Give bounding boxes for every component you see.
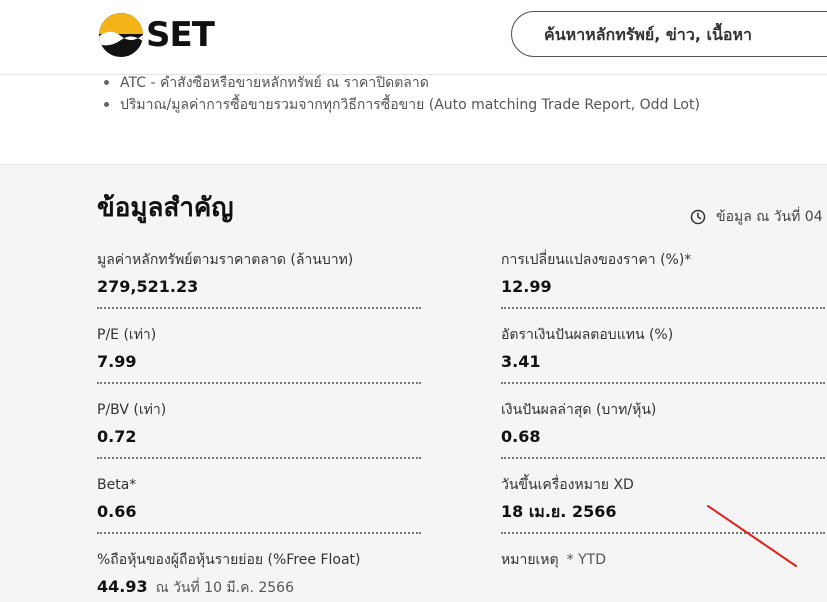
field-value: 0.72 xyxy=(97,427,137,446)
field-label: Beta* xyxy=(97,477,137,493)
as-of-date: ข้อมูล ณ วันที่ 04 อ xyxy=(690,206,827,228)
beta-field: Beta* 0.66 xyxy=(97,475,421,534)
field-label: วันขึ้นเครื่องหมาย XD xyxy=(501,477,634,493)
logo-text: SET xyxy=(146,15,215,55)
field-label: การเปลี่ยนแปลงของราคา (%)* xyxy=(501,252,692,268)
divider xyxy=(501,382,825,384)
field-value: 0.68 xyxy=(501,427,541,446)
set-logo[interactable]: SET xyxy=(98,13,215,57)
clock-icon xyxy=(690,209,706,225)
dividend-yield-field: อัตราเงินปันผลตอบแทน (%) 3.41 xyxy=(501,325,825,384)
pe-field: P/E (เท่า) 7.99 xyxy=(97,325,421,384)
remark-value: * YTD xyxy=(566,552,606,568)
free-float-value: 44.93 xyxy=(97,577,148,596)
pbv-field: P/BV (เท่า) 0.72 xyxy=(97,400,421,459)
field-value: 44.93 ณ วันที่ 10 มี.ค. 2566 xyxy=(97,576,421,598)
list-item: ปริมาณ/มูลค่าการซื้อขายรวมจากทุกวิธีการซ… xyxy=(104,94,700,116)
field-value: 3.41 xyxy=(501,352,541,371)
field-label: %ถือหุ้นของผู้ถือหุ้นรายย่อย (%Free Floa… xyxy=(97,552,361,568)
field-value: 7.99 xyxy=(97,352,137,371)
free-float-date: ณ วันที่ 10 มี.ค. 2566 xyxy=(155,580,294,596)
divider xyxy=(97,532,421,534)
divider xyxy=(501,307,825,309)
as-of-text: ข้อมูล ณ วันที่ 04 อ xyxy=(716,209,827,225)
price-change-field: การเปลี่ยนแปลงของราคา (%)* 12.99 xyxy=(501,250,825,309)
search-input[interactable] xyxy=(542,12,827,57)
divider xyxy=(97,457,421,459)
set-logo-icon xyxy=(99,13,143,57)
search-box[interactable] xyxy=(511,11,827,57)
field-value: 12.99 xyxy=(501,277,552,296)
free-float-field: %ถือหุ้นของผู้ถือหุ้นรายย่อย (%Free Floa… xyxy=(97,550,421,598)
field-label: เงินปันผลล่าสุด (บาท/หุ้น) xyxy=(501,402,657,418)
divider xyxy=(501,457,825,459)
market-cap-field: มูลค่าหลักทรัพย์ตามราคาตลาด (ล้านบาท) 27… xyxy=(97,250,421,309)
site-header: SET xyxy=(0,0,827,75)
list-item: ATC - คำสั่งซื้อหรือขายหลักทรัพย์ ณ ราคา… xyxy=(104,72,429,94)
field-label: มูลค่าหลักทรัพย์ตามราคาตลาด (ล้านบาท) xyxy=(97,252,354,268)
field-value: 279,521.23 xyxy=(97,277,199,296)
field-label: อัตราเงินปันผลตอบแทน (%) xyxy=(501,327,674,343)
section-title: ข้อมูลสำคัญ xyxy=(97,193,234,223)
notes-section: ATC - คำสั่งซื้อหรือขายหลักทรัพย์ ณ ราคา… xyxy=(0,74,827,165)
divider xyxy=(97,307,421,309)
red-annotation-line xyxy=(707,505,797,567)
field-label: P/E (เท่า) xyxy=(97,327,157,343)
latest-dividend-field: เงินปันผลล่าสุด (บาท/หุ้น) 0.68 xyxy=(501,400,825,459)
divider xyxy=(97,382,421,384)
field-label: P/BV (เท่า) xyxy=(97,402,167,418)
field-value: 0.66 xyxy=(97,502,137,521)
remark-label: หมายเหตุ xyxy=(501,552,559,568)
